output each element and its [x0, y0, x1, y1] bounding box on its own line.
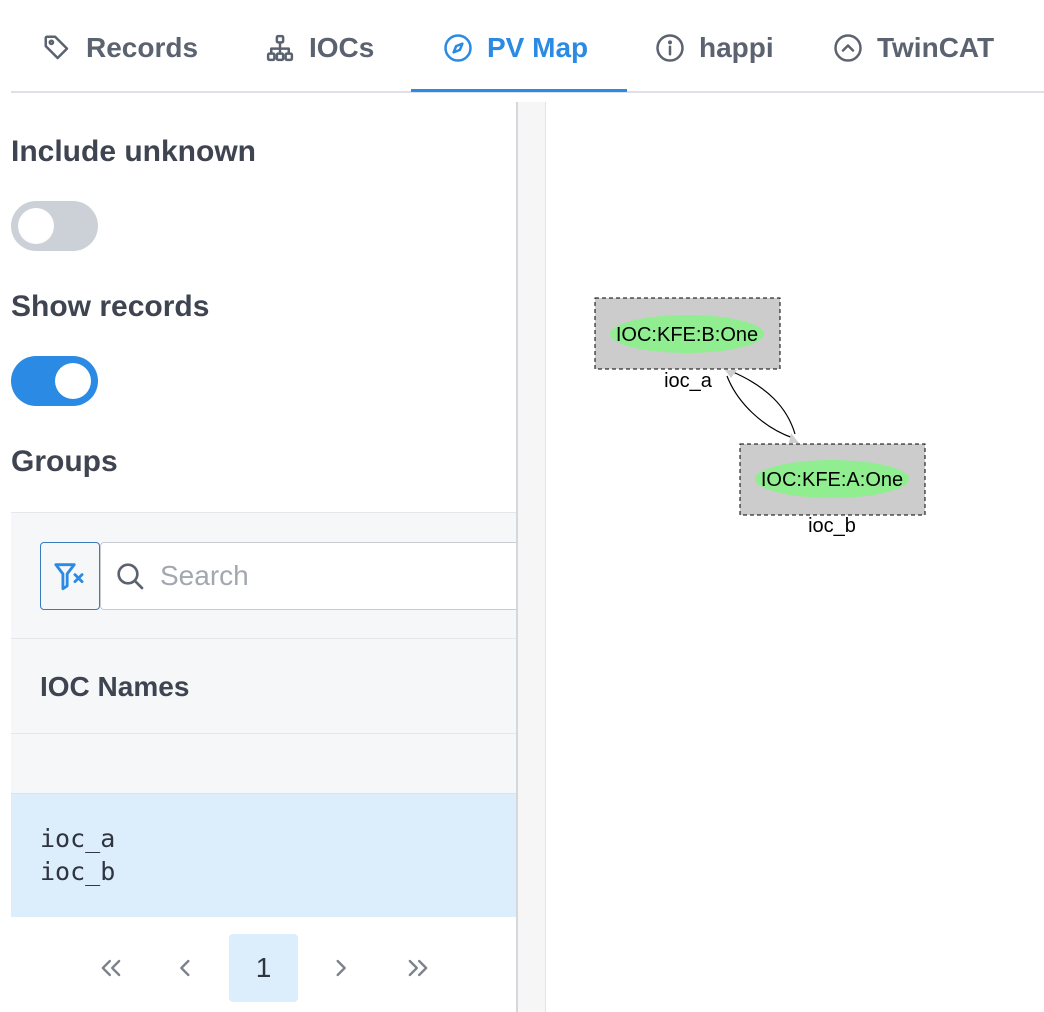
- chevron-up-circle-icon: [834, 34, 862, 62]
- chevron-left-icon: [180, 959, 190, 977]
- active-tab-indicator: [411, 89, 627, 92]
- tab-pv-map-label: PV Map: [487, 32, 589, 63]
- panel-resize-handle[interactable]: [516, 102, 546, 1012]
- tab-iocs-label: IOCs: [309, 32, 375, 63]
- tab-happi[interactable]: happi: [655, 26, 774, 70]
- options-panel: Include unknown Show records Groups IOC …: [11, 102, 517, 1012]
- clear-filter-button[interactable]: [40, 542, 100, 610]
- pv-node-label: IOC:KFE:A:One: [761, 469, 903, 491]
- groups-label: Groups: [11, 445, 118, 478]
- tab-records-label: Records: [86, 32, 199, 63]
- sitemap-icon: [266, 34, 294, 62]
- include-unknown-toggle[interactable]: [11, 201, 98, 251]
- tab-happi-label: happi: [699, 32, 774, 63]
- filter-clear-icon: [54, 563, 84, 591]
- divider: [11, 733, 517, 734]
- last-page-button[interactable]: [398, 934, 438, 1002]
- search-input[interactable]: [160, 560, 490, 592]
- pv-map-graph: IOC:KFE:B:One ioc_a IOC:KFE:A:One ioc_b: [547, 102, 1044, 1012]
- double-chevron-right-icon: [408, 959, 428, 977]
- tab-bar: Records IOCs PV Map happi TwinCAT: [11, 0, 1044, 93]
- divider: [11, 638, 517, 639]
- tab-twincat-label: TwinCAT: [877, 32, 995, 63]
- tab-twincat[interactable]: TwinCAT: [833, 26, 994, 70]
- toggle-knob: [55, 363, 91, 399]
- selected-group-row[interactable]: ioc_a ioc_b: [11, 793, 517, 917]
- graph-canvas: IOC:KFE:B:One ioc_a IOC:KFE:A:One ioc_b: [594, 297, 926, 537]
- graph-edges: [725, 370, 799, 443]
- show-records-toggle[interactable]: [11, 356, 98, 406]
- ioc-name-item: ioc_b: [40, 857, 116, 886]
- pagination: 1: [11, 934, 517, 1004]
- page-button-current[interactable]: 1: [229, 934, 298, 1002]
- cluster-ioc-b[interactable]: IOC:KFE:A:One ioc_b: [739, 443, 926, 537]
- cluster-label: ioc_b: [808, 515, 856, 537]
- show-records-label: Show records: [11, 290, 210, 323]
- search-box: [100, 542, 517, 610]
- tag-icon: [44, 35, 69, 60]
- include-unknown-label: Include unknown: [11, 135, 256, 168]
- ioc-names-column-header[interactable]: IOC Names: [40, 671, 189, 703]
- cluster-ioc-a[interactable]: IOC:KFE:B:One ioc_a: [594, 297, 781, 392]
- search-icon: [117, 563, 144, 590]
- chevron-right-icon: [336, 959, 346, 977]
- next-page-button[interactable]: [325, 934, 355, 1002]
- compass-icon: [444, 34, 472, 62]
- ioc-name-item: ioc_a: [40, 824, 116, 853]
- first-page-button[interactable]: [91, 934, 131, 1002]
- tab-iocs[interactable]: IOCs: [265, 26, 374, 70]
- tab-pv-map[interactable]: PV Map: [443, 26, 588, 70]
- info-circle-icon: [656, 34, 684, 62]
- tab-records[interactable]: Records: [42, 26, 198, 70]
- previous-page-button[interactable]: [171, 934, 201, 1002]
- double-chevron-left-icon: [101, 959, 121, 977]
- pv-node-label: IOC:KFE:B:One: [616, 324, 758, 346]
- cluster-label: ioc_a: [664, 370, 713, 392]
- toggle-knob: [18, 208, 54, 244]
